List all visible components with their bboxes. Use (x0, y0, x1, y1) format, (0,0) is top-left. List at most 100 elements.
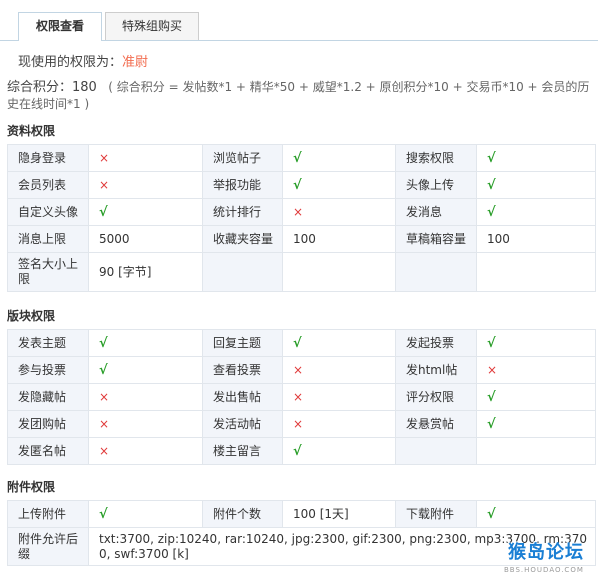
watermark-logo: 猴岛论坛 (508, 542, 584, 563)
perm-key: 举报功能 (202, 171, 283, 199)
table-row: 参与投票 √ 查看投票 × 发html帖 × (7, 356, 596, 384)
perm-key: 发隐藏帖 (7, 383, 89, 411)
perm-value: 100 (282, 225, 396, 253)
table-row: 发团购帖 × 发活动帖 × 发悬赏帖 √ (7, 410, 596, 438)
perm-value: √ (88, 198, 203, 226)
check-icon: √ (293, 150, 302, 166)
perm-key: 楼主留言 (202, 437, 283, 465)
perm-key: 上传附件 (7, 500, 89, 528)
check-icon: √ (99, 204, 108, 220)
score-value: 180 (72, 80, 97, 95)
perm-value: × (88, 171, 203, 199)
perm-key: 头像上传 (395, 171, 477, 199)
perm-value: √ (282, 329, 396, 357)
check-icon: √ (487, 204, 496, 220)
perm-key: 自定义头像 (7, 198, 89, 226)
perm-key: 评分权限 (395, 383, 477, 411)
perm-value-empty (282, 252, 396, 292)
perm-value: 90 [字节] (88, 252, 203, 292)
perm-key: 浏览帖子 (202, 144, 283, 172)
perm-key-empty (395, 437, 477, 465)
watermark: 猴岛论坛 BBS.HOUDAO.COM (498, 540, 594, 574)
perm-value: × (282, 410, 396, 438)
perm-key: 附件允许后缀 (7, 527, 89, 566)
perm-value: √ (282, 171, 396, 199)
perm-value: 100 [1天] (282, 500, 396, 528)
cross-icon: × (99, 389, 110, 404)
score-info: 综合积分：180 ( 综合积分 = 发帖数*1 + 精华*50 + 威望*1.2… (7, 79, 591, 112)
perm-value: × (88, 410, 203, 438)
perm-key: 查看投票 (202, 356, 283, 384)
perm-value: √ (476, 198, 596, 226)
table-row: 会员列表 × 举报功能 √ 头像上传 √ (7, 171, 596, 199)
perm-value: √ (476, 144, 596, 172)
perm-value: √ (476, 329, 596, 357)
perm-key: 会员列表 (7, 171, 89, 199)
current-level: 现使用的权限为：准尉 (18, 51, 148, 70)
table-row: 发隐藏帖 × 发出售帖 × 评分权限 √ (7, 383, 596, 411)
watermark-url: BBS.HOUDAO.COM (504, 566, 584, 574)
perm-key: 发悬赏帖 (395, 410, 477, 438)
perm-value-empty (476, 252, 596, 292)
section-title-attachment: 附件权限 (7, 480, 56, 494)
perm-key: 发html帖 (395, 356, 477, 384)
check-icon: √ (293, 443, 302, 459)
table-row: 消息上限 5000 收藏夹容量 100 草稿箱容量 100 (7, 225, 596, 253)
check-icon: √ (99, 335, 108, 351)
score-label: 综合积分： (7, 80, 73, 95)
table-row: 自定义头像 √ 统计排行 × 发消息 √ (7, 198, 596, 226)
perm-value: √ (282, 437, 396, 465)
perm-value: × (476, 356, 596, 384)
cross-icon: × (99, 150, 110, 165)
cross-icon: × (293, 416, 304, 431)
current-level-label: 现使用的权限为： (18, 55, 123, 70)
section-title-board: 版块权限 (7, 309, 56, 323)
tab-permission-view[interactable]: 权限查看 (18, 12, 102, 41)
table-row: 发表主题 √ 回复主题 √ 发起投票 √ (7, 329, 596, 357)
perm-key: 下载附件 (395, 500, 477, 528)
current-level-value: 准尉 (122, 55, 149, 70)
perm-value: √ (88, 329, 203, 357)
perm-key: 收藏夹容量 (202, 225, 283, 253)
perm-value: × (88, 383, 203, 411)
check-icon: √ (487, 416, 496, 432)
check-icon: √ (487, 506, 496, 522)
perm-key: 隐身登录 (7, 144, 89, 172)
cross-icon: × (293, 362, 304, 377)
perm-key: 发出售帖 (202, 383, 283, 411)
perm-value: 5000 (88, 225, 203, 253)
table-row: 隐身登录 × 浏览帖子 √ 搜索权限 √ (7, 144, 596, 172)
perm-value: × (282, 198, 396, 226)
perm-key: 发起投票 (395, 329, 477, 357)
tab-special-group-purchase[interactable]: 特殊组购买 (105, 12, 199, 40)
cross-icon: × (487, 362, 498, 377)
check-icon: √ (293, 335, 302, 351)
check-icon: √ (99, 362, 108, 378)
perm-value: √ (476, 383, 596, 411)
perm-key-empty (395, 252, 477, 292)
section-title-profile: 资料权限 (7, 124, 56, 138)
perm-value: × (88, 437, 203, 465)
perm-key-empty (202, 252, 283, 292)
perm-key: 参与投票 (7, 356, 89, 384)
perm-value: × (88, 144, 203, 172)
cross-icon: × (293, 389, 304, 404)
check-icon: √ (487, 335, 496, 351)
table-row: 签名大小上限 90 [字节] (7, 252, 596, 292)
check-icon: √ (487, 177, 496, 193)
perm-value-empty (476, 437, 596, 465)
perm-value: √ (476, 500, 596, 528)
check-icon: √ (487, 389, 496, 405)
perm-value: √ (282, 144, 396, 172)
perm-value: √ (476, 171, 596, 199)
perm-value: √ (88, 356, 203, 384)
perm-value: √ (88, 500, 203, 528)
cross-icon: × (99, 416, 110, 431)
check-icon: √ (99, 506, 108, 522)
perm-key: 草稿箱容量 (395, 225, 477, 253)
perm-key: 发匿名帖 (7, 437, 89, 465)
cross-icon: × (99, 443, 110, 458)
board-permissions-table: 发表主题 √ 回复主题 √ 发起投票 √ 参与投票 √ 查看投票 × 发html… (7, 329, 596, 465)
perm-key: 附件个数 (202, 500, 283, 528)
check-icon: √ (487, 150, 496, 166)
